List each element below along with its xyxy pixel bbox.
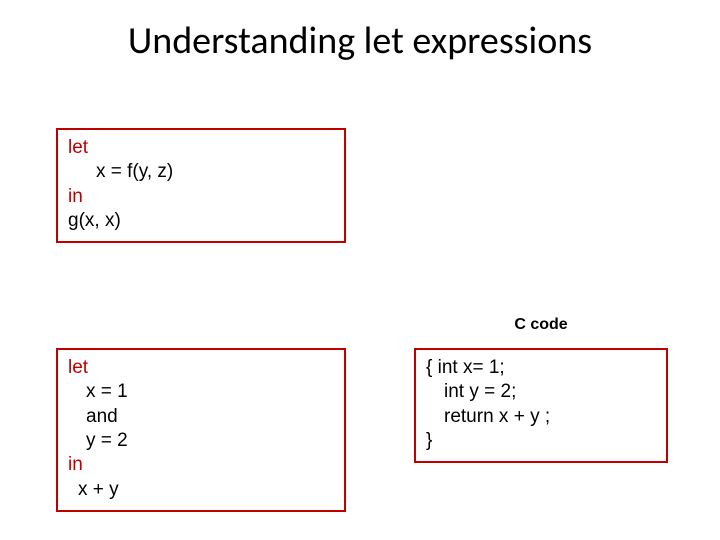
slide-title: Understanding let expressions <box>0 18 720 64</box>
code-line: } <box>426 429 656 453</box>
code-line: x = f(y, z) <box>68 160 334 184</box>
code-box-c: { int x= 1; int y = 2; return x + y ; } <box>414 348 668 463</box>
code-line: return x + y ; <box>426 405 656 429</box>
keyword-in: in <box>68 185 334 209</box>
code-line: and <box>68 405 334 429</box>
c-code-label: C code <box>414 316 668 334</box>
code-line: x + y <box>68 478 334 502</box>
keyword-let: let <box>68 356 334 380</box>
code-line: { int x= 1; <box>426 356 656 380</box>
code-line: int y = 2; <box>426 380 656 404</box>
keyword-in: in <box>68 453 334 477</box>
code-box-let-fyz: let x = f(y, z) in g(x, x) <box>56 128 346 243</box>
code-line: y = 2 <box>68 429 334 453</box>
keyword-let: let <box>68 136 334 160</box>
code-box-let-xy: let x = 1 and y = 2 in x + y <box>56 348 346 512</box>
code-line: x = 1 <box>68 380 334 404</box>
code-line: g(x, x) <box>68 209 334 233</box>
